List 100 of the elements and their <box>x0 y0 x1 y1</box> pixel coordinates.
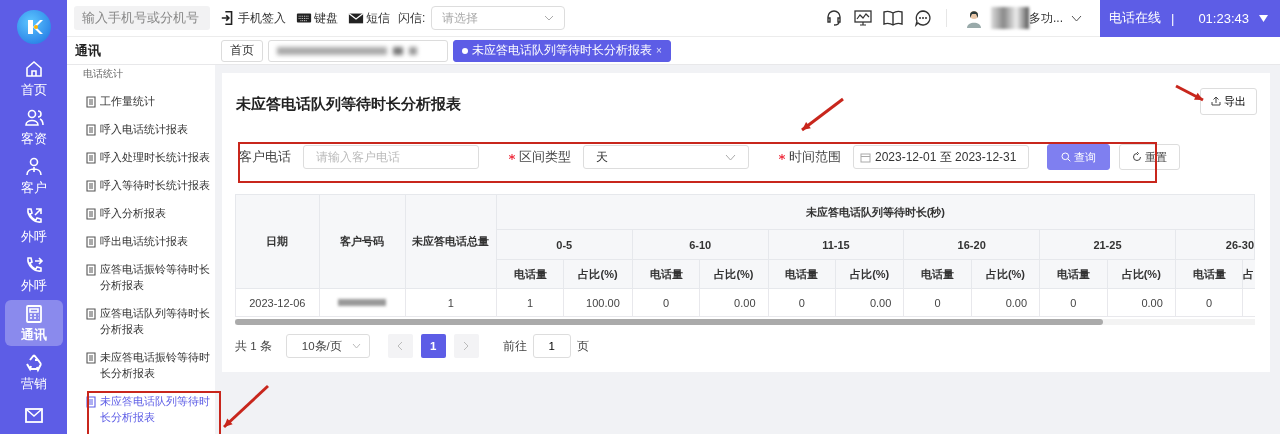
column-header: 电话量 <box>1175 259 1243 289</box>
agent-avatar-icon <box>965 8 983 28</box>
document-icon <box>86 96 96 108</box>
mail-icon <box>348 10 364 26</box>
tab-close-button[interactable]: × <box>656 45 662 56</box>
column-header: 客户号码 <box>319 194 406 289</box>
reset-button[interactable]: 重置 <box>1119 144 1180 170</box>
column-header: 未应答电话总量 <box>405 194 497 289</box>
document-icon <box>86 308 96 320</box>
filter-label: 客户电话 <box>239 148 291 166</box>
report-title: 未应答电话队列等待时长分析报表 <box>236 94 461 114</box>
rail-item[interactable]: 客资 <box>4 104 63 150</box>
report-nav-item[interactable]: 呼入处理时长统计报表 <box>81 143 215 171</box>
rail-item[interactable]: 外呼 <box>4 251 63 297</box>
annotation-arrow <box>801 97 844 132</box>
annotation-arrow <box>222 384 270 429</box>
range-header: 11-15 <box>768 229 904 260</box>
column-group-header: 未应答电话队列等待时长(秒) <box>496 194 1255 230</box>
rail-item[interactable]: 客户 <box>4 153 63 199</box>
rail-item[interactable]: 首页 <box>4 55 63 101</box>
chat-icon[interactable] <box>914 9 932 27</box>
export-button[interactable]: 导出 <box>1200 87 1257 115</box>
chevron-down-icon <box>351 343 361 349</box>
page-tab[interactable]: 未应答电话队列等待时长分析报表 × <box>453 39 671 62</box>
table-cell: 1 <box>496 288 564 317</box>
redacted-block <box>991 7 1029 29</box>
table-cell: 0 <box>1175 288 1243 317</box>
customer-phone-field[interactable]: 请输入客户电话 <box>303 145 479 169</box>
document-icon <box>86 352 96 364</box>
column-header: 占比(%) <box>1107 259 1176 289</box>
nav-group-title: 电话统计 <box>83 67 124 81</box>
filter-label: 时间范围 <box>789 148 841 166</box>
document-icon <box>86 396 96 408</box>
column-header: 电话量 <box>632 259 700 289</box>
report-nav-item[interactable]: 应答电话振铃等待时长分析报表 <box>81 255 215 299</box>
search-field[interactable]: 输入手机号或分机号 <box>74 6 210 30</box>
range-header: 0-5 <box>496 229 633 260</box>
table-cell: 0.00 <box>971 288 1040 317</box>
book-icon[interactable] <box>883 9 903 27</box>
section-title: 通讯 <box>74 41 102 60</box>
chevron-down-icon <box>725 153 736 161</box>
report-nav-item[interactable]: 呼入电话统计报表 <box>81 115 215 143</box>
rail-item[interactable]: 营销 <box>4 349 63 395</box>
range-header: 6-10 <box>632 229 769 260</box>
headset-icon[interactable] <box>825 9 843 27</box>
column-header: 电话量 <box>1039 259 1108 289</box>
chevron-down-icon[interactable] <box>1071 14 1082 22</box>
report-nav-item[interactable]: 工作量统计 <box>81 87 215 115</box>
monitor-chart-icon[interactable] <box>854 9 872 27</box>
table-cell: 1 <box>405 288 497 317</box>
toolbar-action[interactable]: 键盘 <box>296 9 338 27</box>
upload-icon <box>1211 96 1221 106</box>
table-cell: 0.00 <box>699 288 769 317</box>
table-cell: 0 <box>1039 288 1108 317</box>
document-icon <box>86 152 96 164</box>
goto-page-field[interactable]: 1 <box>532 334 571 358</box>
report-nav-item[interactable]: 未应答电话队列等待时长分析报表 <box>81 387 215 431</box>
goto-label: 前往 <box>502 338 527 354</box>
report-nav-item[interactable]: 呼出电话统计报表 <box>81 227 215 255</box>
range-header: 21-25 <box>1039 229 1176 260</box>
page-number[interactable]: 1 <box>420 334 446 358</box>
report-nav-item[interactable]: 呼入分析报表 <box>81 199 215 227</box>
document-icon <box>86 264 96 276</box>
caret-down-icon <box>1259 14 1268 22</box>
chevron-left-icon <box>397 341 404 351</box>
logo-icon <box>16 10 51 44</box>
page-tab[interactable]: 首页 <box>221 39 263 62</box>
user-name[interactable]: 多功... <box>1029 9 1063 27</box>
document-icon <box>86 236 96 248</box>
column-header: 电话量 <box>768 259 836 289</box>
table-cell: 0.00 <box>835 288 904 317</box>
table-cell: 0 <box>632 288 700 317</box>
toolbar-action[interactable]: 短信 <box>348 9 390 27</box>
column-header: 占比(%) <box>971 259 1040 289</box>
range-header: 16-20 <box>903 229 1040 260</box>
column-header: 占比(%) <box>835 259 904 289</box>
rail-item[interactable]: 外呼 <box>4 202 63 248</box>
column-header: 占比(%) <box>563 259 633 289</box>
date-range-field[interactable]: 2023-12-01 至 2023-12-31 <box>853 145 1029 169</box>
report-nav-item[interactable]: 呼入等待时长统计报表 <box>81 171 215 199</box>
page-size-select[interactable]: 10条/页 <box>285 334 370 358</box>
table-cell: 0 <box>768 288 836 317</box>
active-dot-icon <box>462 47 468 54</box>
document-icon <box>86 180 96 192</box>
document-icon <box>86 124 96 136</box>
table-cell: 0.00 <box>1107 288 1176 317</box>
column-header: 占比(%) <box>699 259 769 289</box>
goto-suffix: 页 <box>576 338 589 354</box>
report-nav-item[interactable]: 应答电话队列等待时长分析报表 <box>81 299 215 343</box>
document-icon <box>86 208 96 220</box>
annotation-arrow <box>1175 84 1204 102</box>
interval-select[interactable]: 天 <box>583 145 749 169</box>
column-header: 日期 <box>235 194 320 289</box>
report-nav-item[interactable]: 未应答电话振铃等待时长分析报表 <box>81 343 215 387</box>
calendar-icon <box>860 151 871 163</box>
scrollbar-thumb[interactable] <box>235 319 1103 325</box>
toolbar-action[interactable]: 手机签入 <box>220 9 286 27</box>
phone-status[interactable]: 电话在线 | 01:23:43 <box>1100 0 1280 37</box>
table-cell: 100.00 <box>563 288 633 317</box>
chevron-right-icon <box>463 341 470 351</box>
